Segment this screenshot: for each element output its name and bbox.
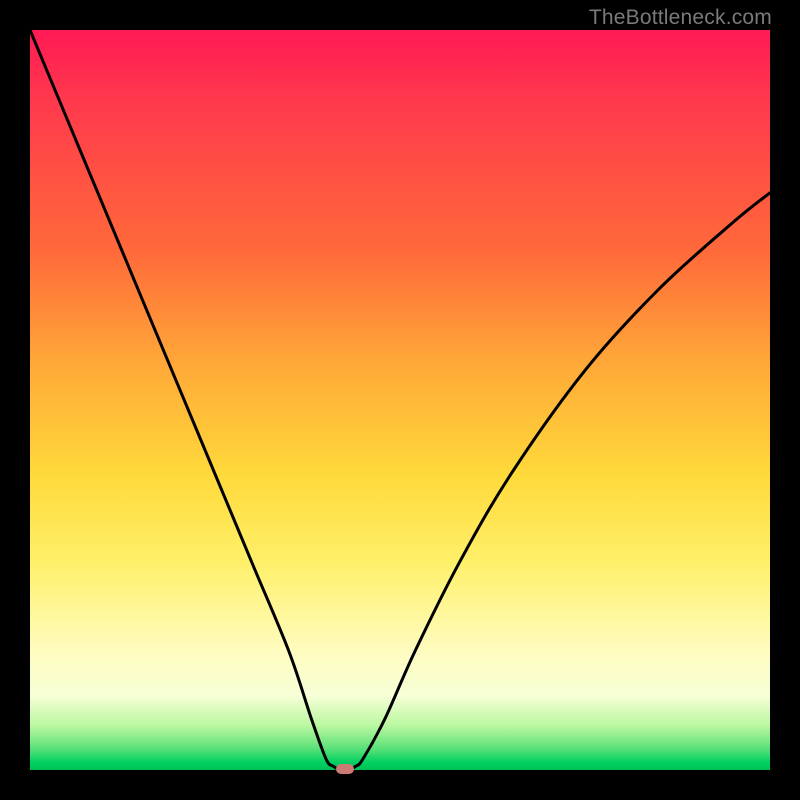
curve-path bbox=[30, 30, 770, 770]
watermark-text: TheBottleneck.com bbox=[589, 6, 772, 30]
chart-frame: TheBottleneck.com bbox=[0, 0, 800, 800]
plot-area bbox=[30, 30, 770, 770]
bottleneck-curve bbox=[30, 30, 770, 770]
minimum-marker bbox=[336, 764, 354, 774]
